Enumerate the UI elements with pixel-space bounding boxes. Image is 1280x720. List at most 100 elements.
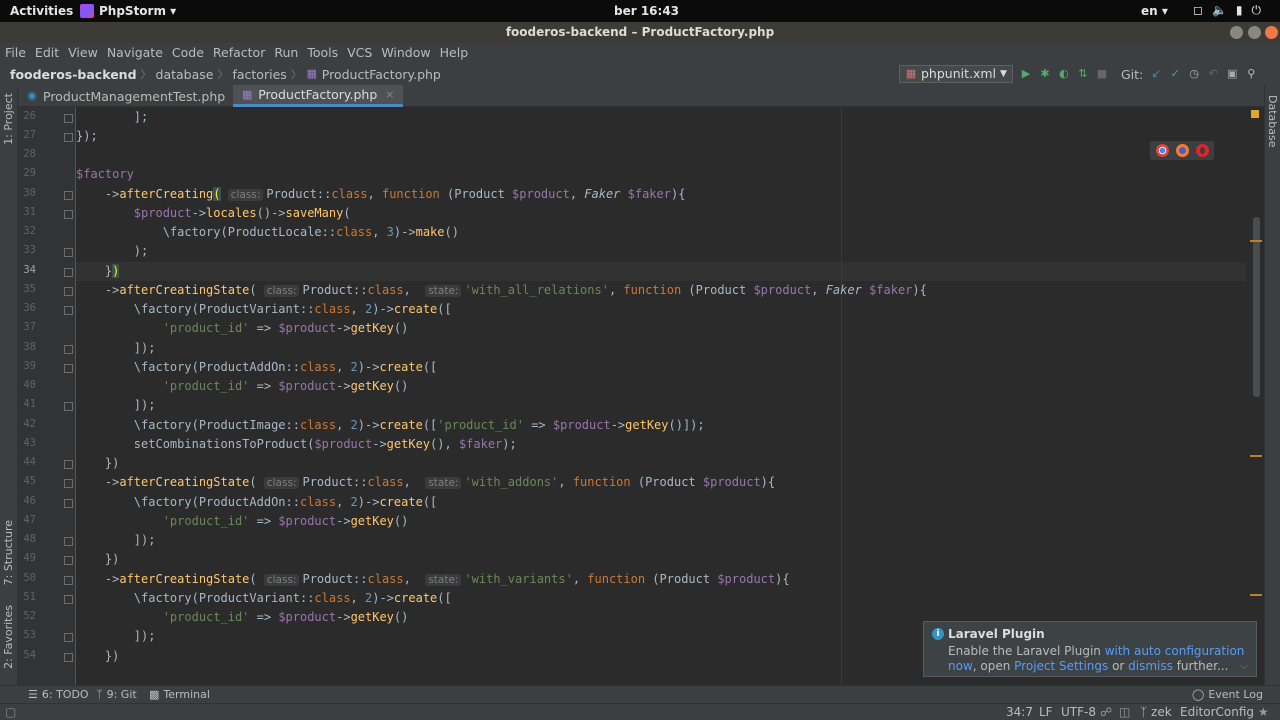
fold-marker[interactable] [64,479,73,488]
error-stripe-marker[interactable] [1250,455,1262,457]
auto-configuration-link[interactable]: with auto configuration [1105,644,1245,658]
git-update-icon[interactable]: ↙ [1150,68,1162,80]
lock-icon[interactable]: ☍ [1100,705,1112,719]
menu-edit[interactable]: Edit [35,43,59,63]
language-selector[interactable]: en ▾ [1141,4,1168,18]
search-icon[interactable]: ⚲ [1245,68,1257,80]
fold-marker[interactable] [64,460,73,469]
terminal-tool-button[interactable]: ▩ Terminal [149,688,210,701]
error-stripe-marker[interactable] [1250,240,1262,242]
breadcrumb-project[interactable]: fooderos-backend [10,67,137,82]
menu-window[interactable]: Window [381,43,430,63]
menu-vcs[interactable]: VCS [347,43,372,63]
fold-marker[interactable] [64,633,73,642]
activities-button[interactable]: Activities [10,4,73,18]
menu-code[interactable]: Code [172,43,204,63]
chevron-down-icon[interactable]: ⌵ [1240,661,1248,672]
menu-view[interactable]: View [68,43,98,63]
file-encoding[interactable]: UTF-8 [1061,705,1096,719]
breadcrumb-factories[interactable]: factories [232,67,286,82]
stop-icon[interactable]: ■ [1096,68,1108,80]
run-config-selector[interactable]: ▦ phpunit.xml ▼ [899,65,1013,83]
fold-marker[interactable] [64,133,73,142]
fold-marker[interactable] [64,576,73,585]
line-number: 47 [23,514,36,526]
tab-product-management-test[interactable]: ◉ ProductManagementTest.php [18,85,233,107]
editorconfig-widget[interactable]: EditorConfig [1180,705,1254,719]
breadcrumb-separator: 〉 [290,68,302,81]
close-button[interactable] [1265,26,1278,39]
terminal-tool-label: Terminal [163,688,210,701]
chrome-icon[interactable] [1155,144,1169,157]
now-link[interactable]: now [948,659,973,673]
fold-marker[interactable] [64,191,73,200]
git-tool-button[interactable]: ᛉ 9: Git [96,688,137,701]
fold-marker[interactable] [64,248,73,257]
event-log-button[interactable]: ◯ Event Log [1192,688,1263,701]
inspection-status-icon[interactable] [1251,110,1259,118]
opera-icon[interactable] [1195,144,1209,157]
tab-product-factory[interactable]: ▦ ProductFactory.php × [233,85,403,107]
clock[interactable]: ber 16:43 [614,4,679,18]
fold-marker[interactable] [64,537,73,546]
code-line: $factory [76,167,134,181]
fold-marker[interactable] [64,114,73,123]
breadcrumb-file[interactable]: ProductFactory.php [322,67,441,82]
menu-file[interactable]: File [5,43,26,63]
code-editor[interactable]: ]; }); $factory ->afterCreating( class: P… [76,107,1246,685]
fold-marker[interactable] [64,306,73,315]
caret-position[interactable]: 34:7 [1006,705,1033,719]
menu-run[interactable]: Run [274,43,298,63]
editor-scrollbar[interactable] [1253,217,1260,397]
fold-marker[interactable] [64,210,73,219]
code-line: }); [76,129,98,143]
maximize-button[interactable] [1248,26,1261,39]
dismiss-link[interactable]: dismiss [1128,659,1173,673]
git-rollback-icon[interactable]: ↶ [1207,68,1219,80]
fold-marker[interactable] [64,364,73,373]
project-settings-link[interactable]: Project Settings [1014,659,1108,673]
git-branch-widget[interactable]: ᛉ zek [1140,705,1172,719]
structure-tool-button[interactable]: 7: Structure [2,520,15,585]
fold-marker[interactable] [64,653,73,662]
menu-help[interactable]: Help [440,43,469,63]
tool-windows-toggle-icon[interactable]: ▢ [5,705,16,719]
fold-marker[interactable] [64,268,73,277]
line-number: 26 [23,110,36,122]
coverage-icon[interactable]: ◐ [1058,68,1070,80]
favorites-tool-button[interactable]: 2: Favorites [2,605,15,669]
git-commit-icon[interactable]: ✓ [1169,68,1181,80]
tab-label: ProductManagementTest.php [43,88,226,104]
menu-tools[interactable]: Tools [307,43,338,63]
fold-marker[interactable] [64,556,73,565]
firefox-icon[interactable] [1175,144,1189,157]
menu-navigate[interactable]: Navigate [107,43,163,63]
line-number: 43 [23,437,36,449]
database-icon[interactable]: ◫ [1119,705,1130,719]
app-menu[interactable]: PhpStorm ▾ [80,4,176,18]
system-tray[interactable]: ◻ 🔈 ▮ ⏻ [1193,3,1261,18]
run-icon[interactable]: ▶ [1020,68,1032,80]
debug-icon[interactable]: ✱ [1039,68,1051,80]
profile-icon[interactable]: ⇅ [1077,68,1089,80]
code-line: \factory(ProductImage::class, 2)->create… [76,418,705,432]
close-tab-icon[interactable]: × [385,88,394,101]
database-tool-button[interactable]: Database [1266,95,1279,148]
layout-icon[interactable]: ▣ [1226,68,1238,80]
menu-refactor[interactable]: Refactor [213,43,265,63]
fold-marker[interactable] [64,499,73,508]
line-separator[interactable]: LF [1039,705,1053,719]
fold-marker[interactable] [64,402,73,411]
line-number: 50 [23,572,36,584]
fold-marker[interactable] [64,345,73,354]
error-stripe-marker[interactable] [1250,594,1262,596]
fold-marker[interactable] [64,287,73,296]
todo-tool-button[interactable]: ☰ 6: TODO [28,688,89,701]
minimize-button[interactable] [1230,26,1243,39]
fold-marker[interactable] [64,595,73,604]
notification-body-2: now, open Project Settings or dismiss fu… [948,659,1246,674]
git-history-icon[interactable]: ◷ [1188,68,1200,80]
inspector-icon[interactable]: ★ [1258,705,1269,719]
breadcrumb-database[interactable]: database [156,67,214,82]
project-tool-button[interactable]: 1: Project [2,93,15,145]
